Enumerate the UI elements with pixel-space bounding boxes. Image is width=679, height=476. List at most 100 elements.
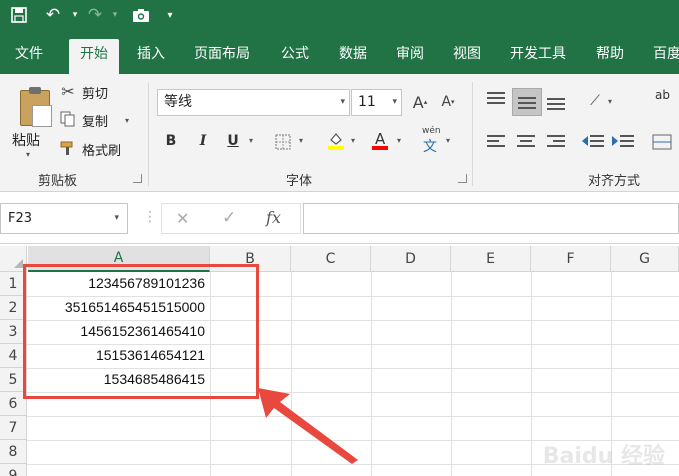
alignment-group-label: 对齐方式 [588,174,641,189]
arrow-left-icon [582,136,588,146]
align-middle-button[interactable] [512,88,542,116]
fill-color-dropdown-icon[interactable]: ▾ [351,136,355,145]
group-separator [472,82,473,186]
align-left-button[interactable] [484,130,510,154]
annotation-arrow-icon [258,388,358,464]
row-header-7[interactable]: 7 [0,416,27,440]
border-dropdown-icon[interactable]: ▾ [299,136,303,145]
tab-file[interactable]: 文件 [4,39,54,74]
formula-bar-grip-icon[interactable]: ⋮ [143,209,157,225]
font-group-label: 字体 [286,174,313,189]
increase-indent-button[interactable] [612,130,638,154]
redo-icon[interactable]: ↷ [82,0,108,30]
formula-buttons: ✕ ✓ fx [161,203,301,234]
tab-page-layout[interactable]: 页面布局 [183,39,261,74]
fill-color-icon[interactable] [324,128,348,152]
cut-button[interactable]: 剪切 [82,83,108,102]
column-header-c[interactable]: C [291,246,371,272]
align-top-button[interactable] [484,88,510,112]
gridline [451,272,452,476]
tab-insert[interactable]: 插入 [126,39,176,74]
customize-toolbar-icon[interactable]: ▾ [160,0,180,30]
phonetic-char-label: 文 [423,139,437,155]
font-size-box[interactable]: 11 ▾ [351,89,402,116]
chevron-down-icon: ▾ [114,213,119,223]
gridline [531,272,532,476]
copy-icon [59,110,77,128]
copy-dropdown-icon[interactable]: ▾ [125,116,129,125]
format-painter-button[interactable]: 格式刷 [82,140,121,159]
watermark-logo: Baidu 经验 [542,444,665,469]
tab-data[interactable]: 数据 [328,39,378,74]
save-icon[interactable] [0,0,38,30]
cancel-icon[interactable]: ✕ [176,209,189,228]
tab-formulas[interactable]: 公式 [270,39,320,74]
decrease-indent-button[interactable] [582,130,608,154]
copy-button[interactable]: 复制 [82,111,108,130]
gridline [371,272,372,476]
font-launcher-icon[interactable] [458,174,467,183]
formula-bar: F23 ▾ ⋮ ✕ ✓ fx [0,192,679,244]
phonetic-dropdown-icon[interactable]: ▾ [446,136,450,145]
merge-center-icon[interactable] [650,130,674,154]
camera-icon[interactable] [122,0,160,30]
underline-dropdown-icon[interactable]: ▾ [249,136,253,145]
highlight-box [23,264,259,399]
enter-icon[interactable]: ✓ [222,208,236,228]
phonetic-guide-button[interactable]: wén 文 [420,126,442,155]
chevron-down-icon: ▾ [26,150,31,159]
align-center-button[interactable] [514,130,540,154]
insert-function-icon[interactable]: fx [266,208,281,227]
clipboard-group-label: 剪贴板 [38,174,78,189]
clipboard-launcher-icon[interactable] [133,174,142,183]
orientation-icon[interactable]: ⟋ [584,90,606,112]
tab-help[interactable]: 帮助 [585,39,635,74]
redo-dropdown-icon[interactable]: ▾ [108,0,122,30]
group-separator [148,82,149,186]
paste-button[interactable]: 粘贴 ▾ [6,80,52,164]
orientation-dropdown-icon[interactable]: ▾ [608,97,612,106]
phonetic-top-label: wén [422,126,441,136]
font-color-icon[interactable]: A [368,128,392,152]
font-size-value: 11 [358,94,376,110]
row-header-9[interactable]: 9 [0,464,27,476]
font-color-dropdown-icon[interactable]: ▾ [397,136,401,145]
increase-font-size-icon[interactable]: A ▴ [408,90,432,114]
column-header-d[interactable]: D [371,246,451,272]
undo-dropdown-icon[interactable]: ▾ [68,0,82,30]
wrap-text-icon[interactable]: ab [655,88,670,102]
name-box-value: F23 [8,211,33,226]
paste-label: 粘贴 [12,133,40,149]
ribbon-tab-bar: 文件 开始 插入 页面布局 公式 数据 审阅 视图 开发工具 帮助 百度 [0,30,679,74]
column-header-g[interactable]: G [611,246,679,272]
tab-baidu[interactable]: 百度 [642,39,679,74]
quick-access-toolbar: ↶ ▾ ↷ ▾ ▾ [0,0,679,30]
tab-review[interactable]: 审阅 [385,39,435,74]
column-header-f[interactable]: F [531,246,611,272]
scissors-icon: ✂ [61,81,75,101]
undo-icon[interactable]: ↶ [38,0,68,30]
row-header-8[interactable]: 8 [0,440,27,464]
decrease-font-size-icon[interactable]: A ▾ [436,90,460,114]
svg-text:A: A [375,130,386,148]
chevron-down-icon: ▾ [392,97,397,107]
column-header-e[interactable]: E [451,246,531,272]
align-bottom-button[interactable] [544,88,570,112]
chevron-down-icon: ▾ [340,97,345,107]
border-icon[interactable] [272,131,294,153]
tab-home[interactable]: 开始 [69,39,119,74]
ribbon: 粘贴 ▾ ✂ 剪切 复制 ▾ 格式刷 剪贴板 等线 ▾ 11 ▾ A ▴ A ▾ B… [0,74,679,192]
italic-button[interactable]: I [192,130,214,152]
font-name-box[interactable]: 等线 ▾ [157,89,350,116]
paste-icon [20,87,52,127]
tab-developer[interactable]: 开发工具 [499,39,577,74]
align-right-button[interactable] [544,130,570,154]
arrow-right-icon [612,136,618,146]
bold-button[interactable]: B [160,130,182,152]
formula-input[interactable] [303,203,679,234]
font-name-value: 等线 [164,94,192,110]
underline-button[interactable]: U [222,130,244,152]
tab-view[interactable]: 视图 [442,39,492,74]
format-painter-icon [59,139,77,157]
name-box[interactable]: F23 ▾ [0,203,128,234]
